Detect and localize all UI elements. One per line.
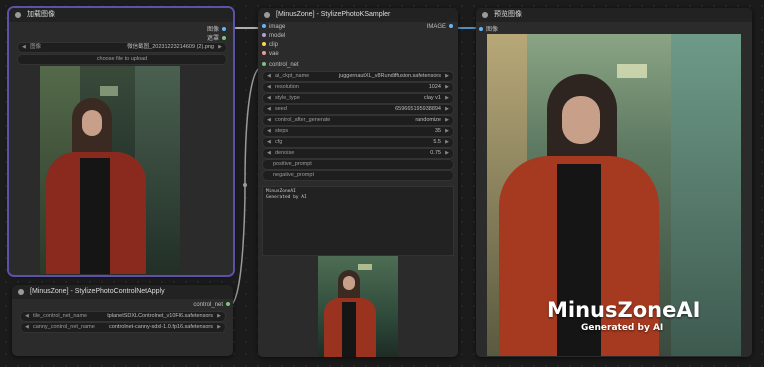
output-image-port[interactable]: 图像 — [207, 24, 229, 33]
input-control-net-port[interactable]: control_net — [259, 62, 299, 68]
control-after-generate-widget[interactable]: ◀ control_after_generate randomize ▶ — [262, 115, 454, 126]
text-output-area[interactable]: MinusZoneAI Generated by AI — [262, 186, 454, 256]
ksampler-node-header[interactable]: [MinusZone] - StylizePhotoKSampler — [258, 8, 458, 22]
arrow-left-icon[interactable]: ◀ — [22, 43, 26, 52]
arrow-left-icon[interactable]: ◀ — [267, 83, 271, 92]
sampler-thumbnail — [318, 256, 398, 357]
arrow-right-icon[interactable]: ▶ — [445, 72, 449, 81]
load-image-title: 加载图像 — [27, 11, 55, 18]
arrow-right-icon[interactable]: ▶ — [218, 43, 222, 52]
input-image-preview — [40, 66, 180, 274]
arrow-right-icon[interactable]: ▶ — [445, 138, 449, 147]
arrow-right-icon[interactable]: ▶ — [217, 312, 221, 321]
canny-control-net-widget[interactable]: ◀ canny_control_net_name controlnet-cann… — [20, 322, 226, 333]
input-model-port[interactable]: model — [259, 33, 285, 39]
input-clip-port[interactable]: clip — [259, 42, 278, 48]
load-image-node[interactable]: 加载图像 图像 遮罩 ◀ 图像 微信截图_20231223214609 (2).… — [7, 6, 235, 277]
tile-control-net-widget[interactable]: ◀ tile_control_net_name tplanetSDXLContr… — [20, 311, 226, 322]
positive-prompt-input[interactable]: positive_prompt — [262, 159, 454, 170]
input-image-port[interactable]: image — [259, 24, 285, 30]
arrow-left-icon[interactable]: ◀ — [267, 138, 271, 147]
output-image-preview: MinusZoneAI Generated by AI — [487, 34, 741, 356]
arrow-left-icon[interactable]: ◀ — [267, 94, 271, 103]
person-face — [82, 110, 102, 136]
preview-node-title: 预览图像 — [494, 11, 522, 18]
output-mask-port[interactable]: 遮罩 — [207, 33, 229, 42]
negative-prompt-input[interactable]: negative_prompt — [262, 170, 454, 181]
arrow-left-icon[interactable]: ◀ — [267, 72, 271, 81]
input-vae-port[interactable]: vae — [259, 51, 279, 57]
person-shirt — [80, 158, 110, 274]
collapse-dot-icon[interactable] — [482, 12, 488, 18]
ksampler-node[interactable]: [MinusZone] - StylizePhotoKSampler image… — [258, 8, 458, 357]
collapse-dot-icon[interactable] — [15, 12, 21, 18]
watermark-title: MinusZoneAI — [547, 298, 701, 322]
arrow-left-icon[interactable]: ◀ — [267, 116, 271, 125]
preview-node-header[interactable]: 预览图像 — [476, 8, 752, 22]
arrow-left-icon[interactable]: ◀ — [267, 127, 271, 136]
person-face — [562, 96, 600, 144]
watermark-subtitle: Generated by AI — [581, 323, 664, 333]
output-image-port[interactable]: IMAGE — [427, 24, 456, 30]
ckpt-name-widget[interactable]: ◀ ai_ckpt_name juggernautXL_v8Rundiffusi… — [262, 71, 454, 82]
arrow-right-icon[interactable]: ▶ — [445, 127, 449, 136]
arrow-right-icon[interactable]: ▶ — [445, 149, 449, 158]
arrow-right-icon[interactable]: ▶ — [445, 116, 449, 125]
arrow-right-icon[interactable]: ▶ — [217, 323, 221, 332]
arrow-right-icon[interactable]: ▶ — [445, 105, 449, 114]
load-image-node-header[interactable]: 加载图像 — [9, 8, 233, 22]
upload-button[interactable]: choose file to upload — [17, 54, 227, 65]
image-select-widget[interactable]: ◀ 图像 微信截图_20231223214609 (2).png ▶ — [17, 42, 227, 53]
arrow-right-icon[interactable]: ▶ — [445, 94, 449, 103]
arrow-left-icon[interactable]: ◀ — [25, 323, 29, 332]
collapse-dot-icon[interactable] — [18, 289, 24, 295]
arrow-right-icon[interactable]: ▶ — [445, 83, 449, 92]
collapse-dot-icon[interactable] — [264, 12, 270, 18]
controlnet-node-header[interactable]: [MinusZone] - StylizePhotoControlNetAppl… — [12, 285, 233, 299]
arrow-left-icon[interactable]: ◀ — [25, 312, 29, 321]
cfg-widget[interactable]: ◀ cfg 5.5 ▶ — [262, 137, 454, 148]
steps-widget[interactable]: ◀ steps 35 ▶ — [262, 126, 454, 137]
denoise-widget[interactable]: ◀ denoise 0.75 ▶ — [262, 148, 454, 159]
output-control-net-port[interactable]: control_net — [193, 302, 233, 308]
controlnet-apply-node[interactable]: [MinusZone] - StylizePhotoControlNetAppl… — [12, 285, 233, 356]
seed-widget[interactable]: ◀ seed 659665195938894 ▶ — [262, 104, 454, 115]
input-image-port[interactable]: 图像 — [476, 24, 498, 33]
resolution-widget[interactable]: ◀ resolution 1024 ▶ — [262, 82, 454, 93]
arrow-left-icon[interactable]: ◀ — [267, 105, 271, 114]
preview-image-node[interactable]: 预览图像 图像 MinusZoneAI Generated by AI — [476, 8, 752, 357]
controlnet-node-title: [MinusZone] - StylizePhotoControlNetAppl… — [30, 288, 165, 295]
style-type-widget[interactable]: ◀ style_type clay v1 ▶ — [262, 93, 454, 104]
arrow-left-icon[interactable]: ◀ — [267, 149, 271, 158]
ksampler-node-title: [MinusZone] - StylizePhotoKSampler — [276, 11, 391, 18]
